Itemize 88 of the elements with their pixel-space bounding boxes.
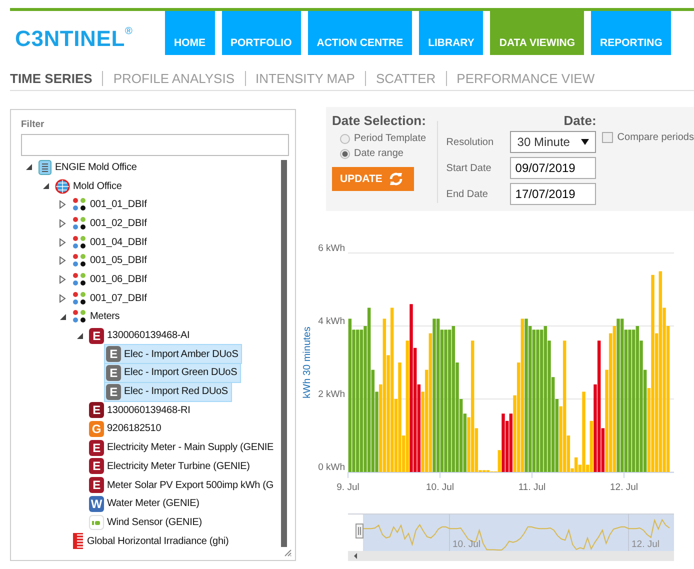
- meter-badge: E: [89, 402, 104, 418]
- tree-item[interactable]: E Electricity Meter Turbine (GENIE): [87, 456, 254, 476]
- meter-badge: W: [89, 496, 104, 512]
- caret-icon: [581, 139, 590, 145]
- end-date-field[interactable]: 17/07/2019: [510, 183, 596, 205]
- field-label: Resolution: [446, 136, 495, 148]
- y-axis-label: 0 kWh: [318, 462, 345, 473]
- meter-badge: E: [106, 346, 121, 362]
- tree-item[interactable]: E Elec - Import Green DUoS: [104, 362, 242, 383]
- tree-item[interactable]: E Electricity Meter - Main Supply (GENIE: [87, 438, 278, 458]
- collapse-icon[interactable]: [58, 312, 66, 321]
- axis-title: kWh 30 minutes: [302, 326, 313, 398]
- navigator-label: 12. Jul: [632, 539, 660, 550]
- section-title: Date:: [562, 113, 596, 129]
- tree-item[interactable]: Wind Sensor (GENIE): [87, 512, 206, 532]
- scrollbar[interactable]: [281, 160, 287, 547]
- tree-item[interactable]: E Elec - Import Amber DUoS: [104, 344, 242, 364]
- tree-item[interactable]: ENGIE Mold Office: [36, 158, 141, 177]
- checkbox[interactable]: [602, 132, 614, 143]
- collapse-icon[interactable]: [76, 332, 84, 340]
- meter-badge: G: [89, 420, 104, 437]
- radio-button[interactable]: [340, 148, 350, 158]
- meter-badge: E: [89, 440, 104, 456]
- field-label: Start Date: [446, 162, 492, 174]
- expand-icon[interactable]: [59, 294, 66, 303]
- filter-field[interactable]: [21, 134, 289, 156]
- tree-item[interactable]: 001_07_DBIf: [70, 288, 151, 308]
- collapse-icon[interactable]: [24, 163, 32, 172]
- y-axis-label: 2 kWh: [318, 389, 345, 400]
- globe-icon: [55, 178, 70, 194]
- document-icon: [38, 160, 52, 175]
- dots-icon: [72, 253, 87, 268]
- meter-badge: E: [89, 328, 104, 344]
- refresh-icon: [388, 171, 404, 187]
- logo: C3NTINEL$^{®}$: [14, 25, 134, 51]
- tree-item[interactable]: G 9206182510: [87, 418, 166, 439]
- section-title: Date Selection:: [332, 113, 427, 129]
- expand-icon[interactable]: [59, 256, 66, 266]
- y-axis-label: 4 kWh: [318, 316, 345, 327]
- tree-item[interactable]: Global Horizontal Irradiance (ghi): [70, 531, 233, 552]
- dots-icon: [72, 309, 87, 324]
- tree-item[interactable]: 001_02_DBIf: [70, 214, 151, 233]
- expand-icon[interactable]: [59, 274, 66, 284]
- tree-item[interactable]: 001_04_DBIf: [70, 232, 151, 252]
- x-axis-label: 11. Jul: [518, 482, 546, 493]
- subnav-link[interactable]: TIME SERIES: [10, 71, 102, 86]
- meter-badge: E: [106, 364, 121, 381]
- tree-item[interactable]: Meters: [70, 307, 124, 326]
- scrollbar[interactable]: [348, 551, 674, 561]
- tree-item[interactable]: E 1300060139468-RI: [87, 400, 194, 420]
- tree-item[interactable]: 001_06_DBIf: [70, 270, 151, 289]
- meter-badge: E: [89, 458, 104, 474]
- expand-icon[interactable]: [59, 218, 66, 228]
- navigator-handle[interactable]: [356, 524, 364, 538]
- striped-icon: [72, 533, 84, 550]
- dots-icon: [72, 197, 87, 212]
- tree-item[interactable]: Mold Office: [53, 176, 126, 196]
- radio-label: Date range: [354, 148, 404, 159]
- navigator-label: 10. Jul: [452, 539, 480, 550]
- dots-icon: [72, 272, 87, 287]
- x-axis-label: 10. Jul: [426, 482, 454, 493]
- dots-icon: [72, 290, 87, 306]
- tree-item[interactable]: 001_05_DBIf: [70, 251, 151, 270]
- dots-icon: [72, 216, 87, 231]
- y-axis-label: 6 kWh: [318, 243, 345, 254]
- resize-grip-icon[interactable]: [284, 549, 292, 557]
- meter-badge: E: [106, 384, 121, 400]
- tree-item[interactable]: E Elec - Import Red DUoS: [104, 382, 232, 402]
- resolution-dropdown[interactable]: 30 Minute: [510, 131, 596, 153]
- start-date-field[interactable]: 09/07/2019: [510, 157, 596, 179]
- radio-button[interactable]: [340, 134, 350, 144]
- collapse-icon[interactable]: [42, 182, 50, 190]
- filter-label: Filter: [21, 119, 46, 131]
- tree-item[interactable]: E Meter Solar PV Export 500imp kWh (G: [87, 475, 278, 496]
- expand-icon[interactable]: [59, 200, 66, 210]
- tree-item[interactable]: W Water Meter (GENIE): [87, 494, 204, 514]
- expand-icon[interactable]: [59, 238, 66, 247]
- x-axis-label: 12. Jul: [610, 482, 638, 493]
- x-axis-label: 9. Jul: [336, 482, 360, 493]
- checkbox-label: Compare periods: [617, 132, 694, 143]
- tree-item[interactable]: 001_01_DBIf: [70, 195, 151, 214]
- radio-label: Period Template: [354, 133, 426, 144]
- meter-badge: E: [89, 477, 104, 494]
- dots-icon: [72, 234, 87, 250]
- sensor-icon: [89, 514, 104, 530]
- left-arrow-icon[interactable]: [354, 553, 357, 559]
- tree-item[interactable]: E 1300060139468-AI: [87, 326, 194, 346]
- field-label: End Date: [446, 188, 489, 200]
